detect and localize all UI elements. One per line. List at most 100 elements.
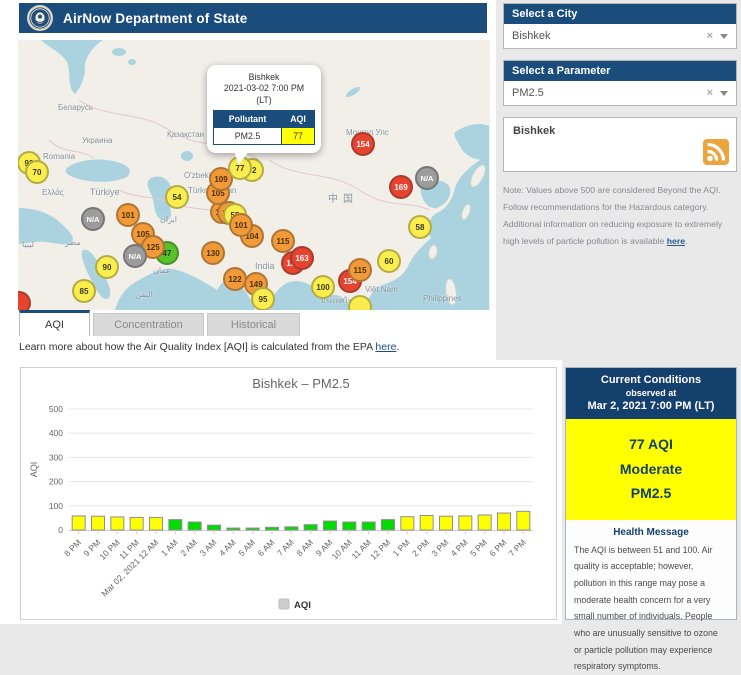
aqi-marker[interactable]: 100 [311, 275, 335, 299]
aqi-marker[interactable]: 95 [251, 287, 275, 310]
y-tick-label: 400 [49, 428, 63, 438]
popup-pollutant-value: PM2.5 [214, 128, 282, 145]
aqi-marker[interactable]: 130 [201, 241, 225, 265]
aqi-marker[interactable]: 163 [290, 246, 314, 270]
chart-bar [478, 515, 491, 530]
city-select[interactable]: Bishkek × [504, 24, 736, 48]
x-tick-label: 7 PM [507, 537, 528, 558]
app-title: AirNow Department of State [63, 11, 247, 26]
aqi-marker[interactable]: 154 [351, 132, 375, 156]
aqi-marker[interactable]: 85 [72, 279, 96, 303]
rss-city-label: Bishkek [504, 118, 736, 144]
aqi-marker[interactable]: 115 [271, 229, 295, 253]
x-tick-label: 6 AM [256, 537, 277, 558]
learn-more-text: Learn more about how the Air Quality Ind… [19, 341, 399, 353]
cc-pollutant: PM2.5 [566, 481, 736, 506]
aqi-marker[interactable]: 90 [95, 255, 119, 279]
parameter-clear-icon[interactable]: × [707, 87, 713, 99]
x-tick-label: 8 PM [62, 537, 83, 558]
popup-city: Bishkek [213, 72, 315, 83]
parameter-select-value: PM2.5 [512, 87, 700, 99]
chart-bar [382, 520, 395, 530]
popup-datetime: 2021-03-02 7:00 PM [213, 83, 315, 94]
chart-bar [459, 516, 472, 530]
chart-bar [517, 511, 530, 530]
x-tick-label: 12 PM [368, 537, 392, 561]
aqi-marker[interactable]: 169 [389, 175, 413, 199]
chart-bar [130, 517, 143, 530]
chart-bar [420, 515, 433, 530]
rss-icon[interactable] [703, 139, 729, 165]
x-tick-label: 3 PM [429, 537, 450, 558]
cc-datetime: Mar 2, 2021 7:00 PM (LT) [570, 400, 732, 412]
health-message-body: The AQI is between 51 and 100. Air quali… [566, 542, 736, 675]
chart-canvas: Bishkek – PM2.50100200300400500AQI8 PM9 … [21, 368, 556, 619]
chart-bar [304, 525, 317, 530]
chart-bar [401, 517, 414, 530]
chart-bar [498, 513, 511, 530]
aqi-marker[interactable]: N/A [123, 244, 147, 268]
y-tick-label: 100 [49, 501, 63, 511]
chart-bar [92, 516, 105, 530]
tab-concentration[interactable]: Concentration [93, 313, 204, 336]
tab-aqi[interactable]: AQI [19, 310, 90, 336]
aqi-marker[interactable]: N/A [81, 207, 105, 231]
aqi-bar-chart: Bishkek – PM2.50100200300400500AQI8 PM9 … [20, 367, 557, 620]
chart-bar [362, 522, 375, 530]
city-caret-down-icon[interactable] [720, 34, 728, 39]
aqi-note: Note: Values above 500 are considered Be… [503, 182, 737, 250]
learn-more-after: . [396, 341, 399, 353]
current-conditions-header: Current Conditions observed at Mar 2, 20… [566, 368, 736, 419]
x-tick-label: 7 AM [275, 537, 296, 558]
learn-more-here-link[interactable]: here [375, 341, 396, 353]
y-tick-label: 500 [49, 404, 63, 414]
select-city-box: Select a City Bishkek × [503, 3, 737, 49]
map-popup: Bishkek 2021-03-02 7:00 PM (LT) Pollutan… [207, 65, 321, 153]
parameter-select[interactable]: PM2.5 × [504, 81, 736, 105]
popup-col-aqi: AQI [282, 111, 315, 128]
aqi-marker[interactable]: N/A [415, 166, 439, 190]
chart-bar [440, 516, 453, 530]
x-tick-label: 1 PM [391, 537, 412, 558]
x-tick-label: 10 PM [97, 537, 121, 561]
y-tick-label: 0 [58, 525, 63, 535]
city-clear-icon[interactable]: × [707, 30, 713, 42]
aqi-marker[interactable]: 58 [408, 215, 432, 239]
city-select-value: Bishkek [512, 30, 700, 42]
y-axis-title: AQI [29, 462, 39, 478]
chart-title: Bishkek – PM2.5 [252, 376, 350, 391]
cc-aqi-summary: 77 AQI Moderate PM2.5 [566, 419, 736, 520]
x-tick-label: 4 AM [217, 537, 238, 558]
chart-bar [169, 520, 182, 530]
aqi-marker[interactable]: 115 [348, 258, 372, 282]
popup-tail [232, 152, 249, 165]
aqi-marker[interactable]: 122 [223, 267, 247, 291]
note-here-link[interactable]: here [667, 236, 685, 246]
app-header: AirNow Department of State [19, 3, 487, 33]
note-period: . [685, 236, 687, 246]
tab-historical[interactable]: Historical [207, 313, 300, 336]
chart-bar [111, 517, 124, 530]
aqi-marker[interactable]: 70 [25, 160, 49, 184]
chart-bar [246, 528, 259, 530]
aqi-marker[interactable]: 54 [165, 185, 189, 209]
parameter-caret-down-icon[interactable] [720, 91, 728, 96]
learn-more-before: Learn more about how the Air Quality Ind… [19, 341, 375, 353]
popup-aqi-table: Pollutant AQI PM2.5 77 [213, 110, 315, 145]
x-tick-label: 5 PM [468, 537, 489, 558]
chart-bar [324, 521, 337, 530]
health-message-title: Health Message [566, 527, 736, 538]
select-parameter-box: Select a Parameter PM2.5 × [503, 60, 737, 106]
legend-swatch [279, 599, 289, 609]
x-tick-label: 2 PM [410, 537, 431, 558]
x-tick-label: 3 AM [198, 537, 219, 558]
chart-tabs: AQI Concentration Historical [19, 310, 300, 336]
cc-category: Moderate [566, 457, 736, 482]
aqi-marker[interactable]: 60 [377, 249, 401, 273]
chart-bar [227, 528, 240, 530]
world-aqi-map[interactable]: БеларусьУкраинаҚазақстанRomaniaΕλλάςTürk… [18, 40, 490, 310]
x-tick-label: 8 AM [294, 537, 315, 558]
popup-timezone: (LT) [213, 95, 315, 106]
department-of-state-seal-icon [27, 5, 53, 31]
aqi-marker[interactable]: 101 [229, 213, 253, 237]
